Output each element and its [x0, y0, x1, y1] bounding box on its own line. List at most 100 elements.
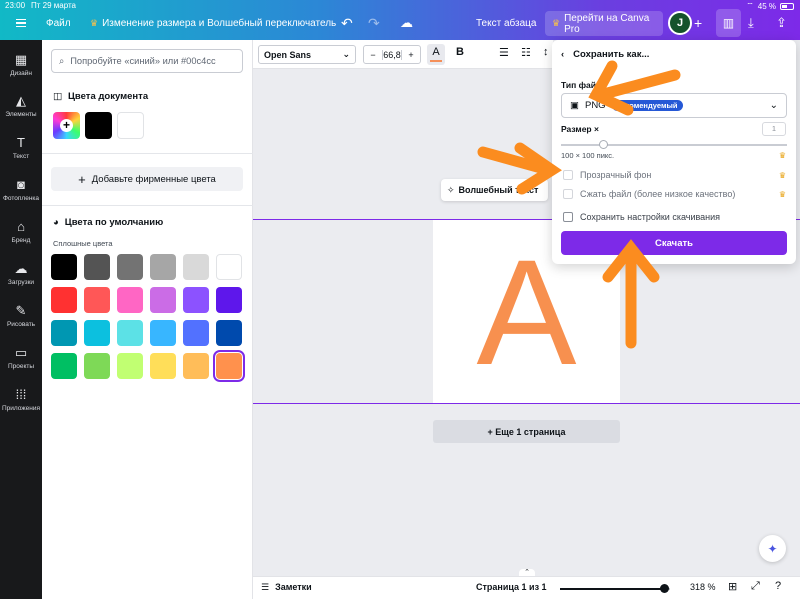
notes-icon: ☰ — [261, 582, 270, 592]
text-style-label[interactable]: Текст абзаца — [476, 12, 536, 34]
palette-swatch[interactable] — [150, 254, 176, 280]
palette-swatch[interactable] — [51, 353, 77, 379]
palette-swatch[interactable] — [117, 353, 143, 379]
search-input[interactable]: Попробуйте «синий» или #00c4cc — [70, 56, 215, 66]
checkbox[interactable] — [563, 212, 573, 222]
palette-swatch[interactable] — [117, 254, 143, 280]
default-colors-title: ◕ Цвета по умолчанию — [53, 217, 163, 228]
cloud-saved-icon[interactable]: ☁ — [400, 12, 413, 34]
popup-title: Сохранить как... — [573, 49, 650, 60]
font-size-stepper[interactable]: − 66,8 + — [363, 45, 421, 64]
go-pro-button[interactable]: ♛ Перейти на Canva Pro — [545, 11, 663, 36]
magic-switch-label: Волшебный текст — [458, 185, 539, 195]
palette-swatch[interactable] — [51, 287, 77, 313]
palette-swatch[interactable] — [84, 353, 110, 379]
checkbox[interactable] — [563, 189, 573, 199]
doc-title-text: Изменение размера и Волшебный переключат… — [102, 17, 337, 29]
size-input[interactable]: 1 — [762, 122, 786, 136]
save-settings-option[interactable]: Сохранить настройки скачивания — [563, 212, 720, 222]
battery-icon — [780, 2, 794, 10]
palette-swatch[interactable] — [84, 254, 110, 280]
rail-item-text[interactable]: T Текст — [0, 136, 42, 161]
spacing-icon[interactable]: ↕ — [543, 46, 549, 58]
increase-size-button[interactable]: + — [401, 49, 420, 60]
rail-item-elements[interactable]: ◭ Элементы — [0, 94, 42, 119]
zoom-value[interactable]: 318 % — [690, 582, 716, 592]
palette-swatch[interactable] — [216, 254, 242, 280]
rail-item-brand[interactable]: ⌂ Бренд — [0, 220, 42, 245]
palette-swatch[interactable] — [216, 287, 242, 313]
palette-swatch[interactable] — [117, 320, 143, 346]
download-icon[interactable]: ⤓ — [748, 12, 754, 34]
download-popup: ‹ Сохранить как... Тип файла ▣ PNG Реком… — [552, 40, 796, 264]
rail-item-apps[interactable]: ⁞⁞⁞ Приложения — [0, 388, 42, 413]
palette-swatch[interactable] — [183, 353, 209, 379]
redo-icon[interactable]: ↷ — [368, 12, 380, 34]
avatar[interactable]: J — [668, 11, 692, 35]
grid-view-icon[interactable]: ⊞ — [728, 580, 737, 593]
plus-icon: + — [60, 119, 73, 132]
recommended-badge: Рекомендуемый — [611, 100, 683, 111]
option-label: Сжать файл (более низкое качество) — [580, 189, 736, 199]
doc-color-swatch[interactable] — [117, 112, 144, 139]
rail-item-uploads[interactable]: ☁ Загрузки — [0, 261, 42, 287]
rail-item-design[interactable]: ▦ Дизайн — [0, 53, 42, 78]
palette-swatch[interactable] — [51, 254, 77, 280]
text-color-button[interactable]: A — [427, 44, 445, 65]
doc-title[interactable]: ♛ Изменение размера и Волшебный переключ… — [90, 12, 336, 34]
wifi-icon: ⌔ — [746, 1, 754, 10]
palette-swatch[interactable] — [213, 350, 245, 382]
file-type-value: PNG — [584, 100, 606, 111]
compress-option[interactable]: Сжать файл (более низкое качество) — [563, 189, 735, 199]
more-pages-button[interactable]: + Еще 1 страница — [433, 420, 620, 443]
palette-swatch[interactable] — [117, 287, 143, 313]
back-icon[interactable]: ‹ — [561, 49, 564, 60]
font-dropdown[interactable]: Open Sans ⌄ — [258, 45, 356, 64]
decrease-size-button[interactable]: − — [364, 49, 383, 60]
align-center-icon[interactable]: ☰ — [499, 46, 509, 59]
palette-swatch[interactable] — [51, 320, 77, 346]
file-type-dropdown[interactable]: ▣ PNG Рекомендуемый ⌄ — [561, 93, 787, 118]
magic-switch-button[interactable]: ✧ Волшебный текст — [441, 179, 548, 201]
transparent-bg-option[interactable]: Прозрачный фон — [563, 170, 651, 180]
notes-button[interactable]: ☰ Заметки — [261, 582, 312, 593]
palette-swatch[interactable] — [84, 320, 110, 346]
bold-icon[interactable]: B — [456, 46, 464, 58]
palette-swatch[interactable] — [84, 287, 110, 313]
palette-swatch[interactable] — [183, 320, 209, 346]
size-slider[interactable] — [561, 144, 787, 146]
size-slider-handle[interactable] — [599, 140, 608, 149]
plus-icon: + — [78, 171, 86, 187]
list-icon[interactable]: ☷ — [521, 46, 531, 59]
rail-item-draw[interactable]: ✎ Рисовать — [0, 304, 42, 329]
zoom-slider-handle[interactable] — [660, 584, 669, 593]
add-brand-colors-button[interactable]: + Добавьте фирменные цвета — [51, 167, 243, 191]
palette-swatch[interactable] — [183, 254, 209, 280]
help-icon[interactable]: ? — [775, 580, 781, 592]
rail-item-projects[interactable]: ▭ Проекты — [0, 346, 42, 371]
share-icon[interactable]: ⇪ — [776, 12, 787, 34]
palette-swatch[interactable] — [150, 320, 176, 346]
palette-swatch[interactable] — [216, 320, 242, 346]
palette-swatch[interactable] — [150, 353, 176, 379]
notes-label: Заметки — [275, 582, 312, 592]
palette-swatch[interactable] — [150, 287, 176, 313]
size-label: Размер × — [561, 124, 599, 134]
undo-icon[interactable]: ↶ — [341, 12, 353, 34]
doc-color-swatch[interactable] — [85, 112, 112, 139]
palette-swatch[interactable] — [183, 287, 209, 313]
upload-icon: ☁ — [14, 261, 28, 276]
add-collaborator-icon[interactable]: + — [694, 12, 702, 34]
add-color-button[interactable]: + — [53, 112, 80, 139]
camera-icon: ◙ — [17, 177, 25, 192]
analytics-icon[interactable]: ▥ — [716, 9, 741, 37]
fullscreen-icon[interactable]: ⤢ — [751, 580, 760, 593]
checkbox[interactable] — [563, 170, 573, 180]
menu-icon[interactable] — [14, 12, 28, 34]
download-button[interactable]: Скачать — [561, 231, 787, 255]
rail-item-camera-roll[interactable]: ◙ Фотопленка — [0, 177, 42, 203]
magic-assistant-icon[interactable]: ✦ — [759, 535, 786, 562]
color-search[interactable]: ⌕ Попробуйте «синий» или #00c4cc — [51, 49, 243, 73]
file-menu[interactable]: Файл — [46, 12, 71, 34]
font-size-value[interactable]: 66,8 — [383, 50, 401, 60]
